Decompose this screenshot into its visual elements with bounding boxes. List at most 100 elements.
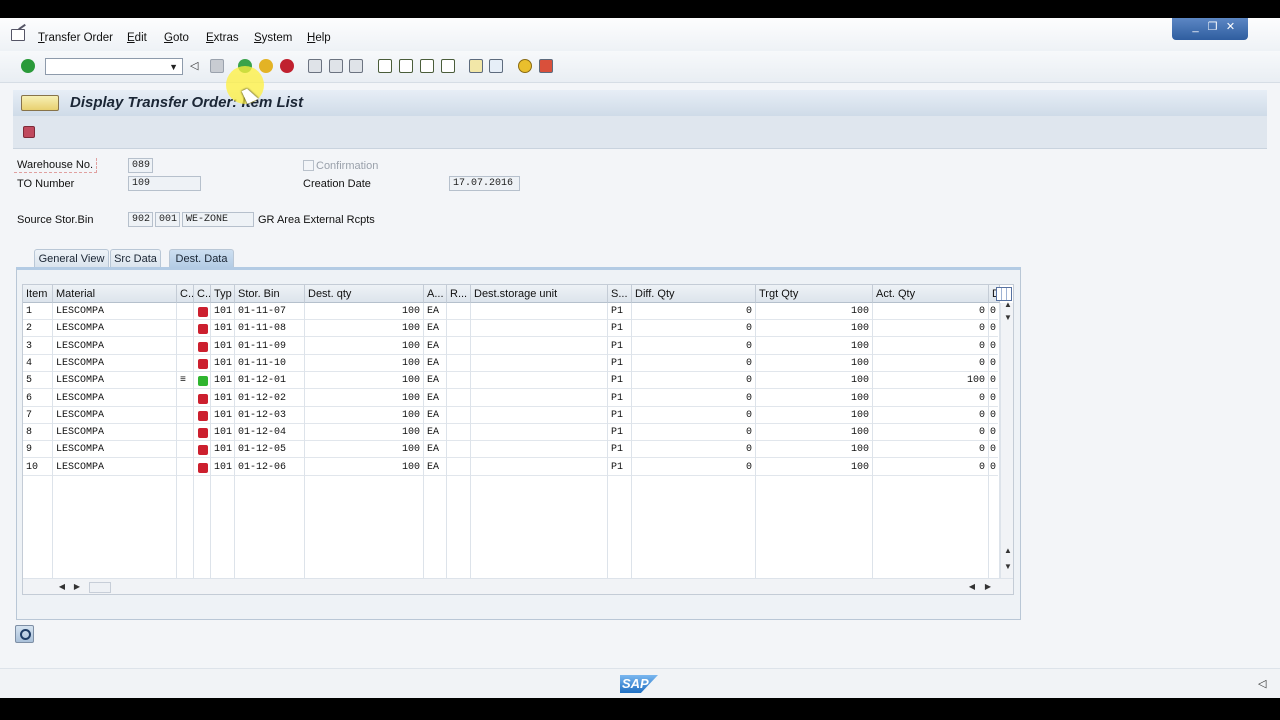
- save-icon[interactable]: [210, 59, 224, 73]
- cell-material: LESCOMPA: [53, 406, 177, 424]
- column-header[interactable]: C..: [194, 285, 211, 303]
- close-icon[interactable]: ✕: [1223, 21, 1238, 34]
- cell-s: P1: [608, 424, 632, 442]
- cell-item: 7: [23, 406, 53, 424]
- cell-d: 0: [989, 372, 1000, 390]
- status-expand-icon[interactable]: ◁: [1258, 677, 1266, 690]
- confirmation-checkbox[interactable]: [303, 160, 314, 171]
- shortcut-icon[interactable]: [489, 59, 503, 73]
- cancel-icon[interactable]: [280, 59, 294, 73]
- menu-extras[interactable]: Extras: [206, 32, 239, 44]
- table-row[interactable]: 8 LESCOMPA 101 01-12-04 100 EA P1 0 100 0 0: [23, 424, 1000, 442]
- source-bin-field[interactable]: WE-ZONE: [182, 212, 254, 227]
- print-icon[interactable]: [23, 126, 35, 138]
- menu-edit[interactable]: Edit: [127, 32, 147, 44]
- cell-item: 9: [23, 441, 53, 459]
- chevron-down-icon[interactable]: ▼: [169, 62, 178, 72]
- table-row[interactable]: 4 LESCOMPA 101 01-11-10 100 EA P1 0 100 0 0: [23, 354, 1000, 372]
- table-row[interactable]: 9 LESCOMPA 101 01-12-05 100 EA P1 0 100 0 0: [23, 441, 1000, 459]
- column-header[interactable]: Trgt Qty: [756, 285, 873, 303]
- to-number-field[interactable]: 109: [128, 176, 201, 191]
- status-cell: [194, 354, 211, 372]
- cell-bin: 01-12-04: [235, 424, 305, 442]
- menu-transfer-order[interactable]: Transfer Order: [38, 32, 113, 44]
- scroll-left-icon[interactable]: ◀: [56, 582, 68, 591]
- enter-icon[interactable]: [21, 59, 35, 73]
- table-row[interactable]: 3 LESCOMPA 101 01-11-09 100 EA P1 0 100 0 0: [23, 337, 1000, 355]
- next-page-icon[interactable]: [420, 59, 434, 73]
- column-header[interactable]: Material: [53, 285, 177, 303]
- scroll-up-icon[interactable]: ▲: [1002, 300, 1013, 309]
- scroll-page-down-icon[interactable]: ▼: [1002, 562, 1013, 571]
- cell-diff: 0: [632, 458, 756, 476]
- table-settings-icon[interactable]: [996, 287, 1012, 301]
- collapse-icon[interactable]: ◁: [190, 59, 200, 73]
- to-number-label: TO Number: [17, 178, 75, 190]
- column-header[interactable]: Dest.storage unit: [471, 285, 608, 303]
- previous-page-icon[interactable]: [399, 59, 413, 73]
- table-row[interactable]: 10 LESCOMPA 101 01-12-06 100 EA P1 0 100 0 0: [23, 458, 1000, 476]
- column-header[interactable]: Item: [23, 285, 53, 303]
- tab-src-data[interactable]: Src Data: [110, 249, 161, 268]
- table-row[interactable]: 6 LESCOMPA 101 01-12-02 100 EA P1 0 100 0 0: [23, 389, 1000, 407]
- system-menu-icon[interactable]: [11, 29, 25, 41]
- first-page-icon[interactable]: [378, 59, 392, 73]
- table-row[interactable]: 5 LESCOMPA ≡ 101 01-12-01 100 EA P1 0 100 100 0: [23, 372, 1000, 390]
- column-header[interactable]: Act. Qty: [873, 285, 989, 303]
- table-row[interactable]: 1 LESCOMPA 101 01-11-07 100 EA P1 0 100 0 0: [23, 303, 1000, 320]
- column-header[interactable]: Diff. Qty: [632, 285, 756, 303]
- scroll-page-up-icon[interactable]: ▲: [1002, 546, 1013, 555]
- table-row[interactable]: 2 LESCOMPA 101 01-11-08 100 EA P1 0 100 0 0: [23, 320, 1000, 338]
- source-type-field[interactable]: 902: [128, 212, 153, 227]
- cell-diff: 0: [632, 406, 756, 424]
- column-header[interactable]: Stor. Bin: [235, 285, 305, 303]
- table-row[interactable]: 7 LESCOMPA 101 01-12-03 100 EA P1 0 100 0 0: [23, 406, 1000, 424]
- scroll-left-end-icon[interactable]: ◀: [966, 582, 978, 591]
- scroll-right-icon[interactable]: ▶: [71, 582, 83, 591]
- warehouse-field[interactable]: 089: [128, 158, 153, 173]
- status-red-icon: [198, 341, 208, 352]
- command-field[interactable]: ▼: [45, 58, 183, 75]
- cell-trgt: 100: [756, 441, 873, 459]
- find-icon[interactable]: [329, 59, 343, 73]
- cell-dest_qty: 100: [305, 303, 424, 320]
- layout-icon[interactable]: [539, 59, 553, 73]
- last-page-icon[interactable]: [441, 59, 455, 73]
- column-header[interactable]: A...: [424, 285, 447, 303]
- column-header[interactable]: Typ: [211, 285, 235, 303]
- column-header[interactable]: C..: [177, 285, 194, 303]
- cell-dest_qty: 100: [305, 320, 424, 338]
- cell-dest_qty: 100: [305, 424, 424, 442]
- creation-date-field[interactable]: 17.07.2016: [449, 176, 520, 191]
- find-next-icon[interactable]: [349, 59, 363, 73]
- restore-icon[interactable]: ❐: [1205, 21, 1220, 34]
- minimize-icon[interactable]: _: [1188, 21, 1203, 34]
- vertical-scrollbar[interactable]: ▲ ▼ ▲ ▼: [1000, 300, 1013, 578]
- cell-dest_qty: 100: [305, 441, 424, 459]
- menu-system[interactable]: System: [254, 32, 292, 44]
- source-section-field[interactable]: 001: [155, 212, 180, 227]
- cell-c1: [177, 303, 194, 320]
- cell-act: 0: [873, 337, 989, 355]
- column-header[interactable]: Dest. qty: [305, 285, 424, 303]
- menu-goto[interactable]: Goto: [164, 32, 189, 44]
- cell-dsu: [471, 441, 608, 459]
- scroll-down-icon[interactable]: ▼: [1002, 313, 1013, 322]
- print-icon[interactable]: [308, 59, 322, 73]
- cell-d: 0: [989, 389, 1000, 407]
- exit-icon[interactable]: [259, 59, 273, 73]
- help-icon[interactable]: [518, 59, 532, 73]
- cell-typ: 101: [211, 303, 235, 320]
- find-icon[interactable]: [15, 625, 34, 643]
- menu-help[interactable]: Help: [307, 32, 331, 44]
- cell-typ: 101: [211, 458, 235, 476]
- scroll-thumb[interactable]: [89, 582, 111, 593]
- cell-typ: 101: [211, 354, 235, 372]
- column-header[interactable]: S...: [608, 285, 632, 303]
- tab-general-view[interactable]: General View: [34, 249, 109, 268]
- create-session-icon[interactable]: [469, 59, 483, 73]
- scroll-right-end-icon[interactable]: ▶: [982, 582, 994, 591]
- tab-dest-data[interactable]: Dest. Data: [169, 249, 234, 268]
- column-header[interactable]: R...: [447, 285, 471, 303]
- horizontal-scrollbar[interactable]: ◀ ▶ ◀ ▶: [23, 578, 1013, 594]
